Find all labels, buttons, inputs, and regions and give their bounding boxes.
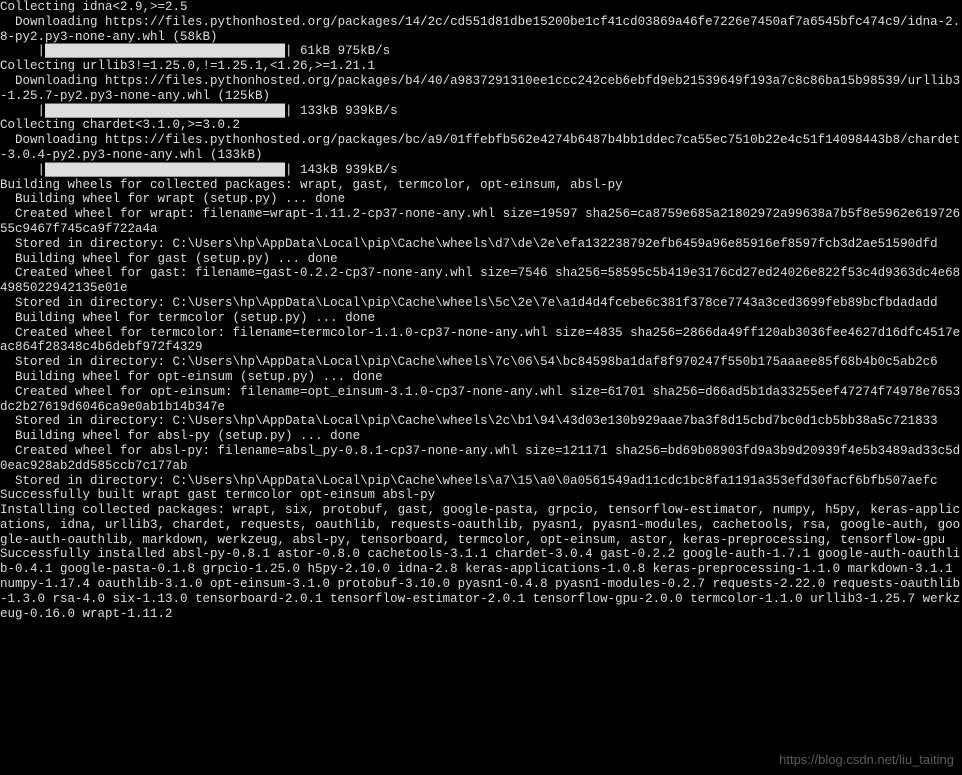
terminal-output: Collecting idna<2.9,>=2.5 Downloading ht… (0, 0, 962, 621)
watermark-text: https://blog.csdn.net/liu_taiting (779, 752, 954, 767)
